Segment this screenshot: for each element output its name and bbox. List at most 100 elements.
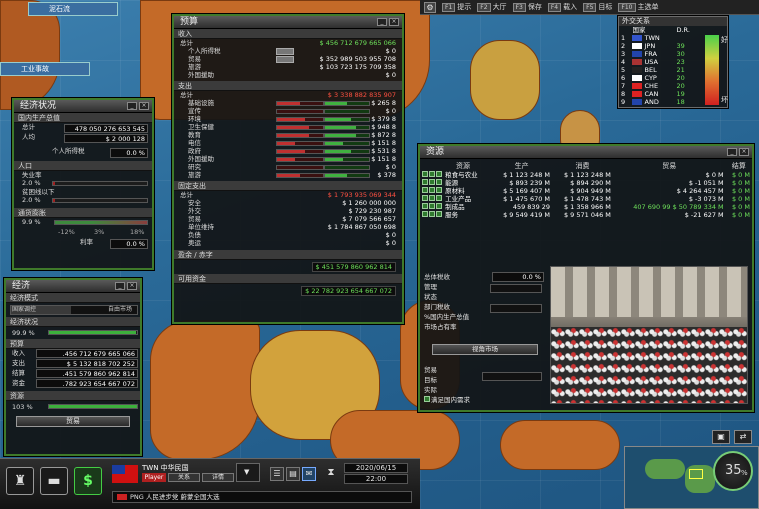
minimap[interactable]: 35% — [624, 446, 759, 509]
relations-button[interactable]: 关系 — [168, 473, 200, 482]
minimize-button[interactable]: _ — [115, 282, 125, 290]
expense-slider[interactable] — [276, 149, 324, 154]
checkbox-icon[interactable] — [429, 179, 435, 185]
minimize-button[interactable]: _ — [127, 102, 137, 110]
expense-slider[interactable] — [276, 101, 324, 106]
view-market-button[interactable]: 视角市场 — [432, 344, 538, 355]
minimap-zoom-dial[interactable]: 35% — [713, 451, 753, 491]
toolbar-hint[interactable]: F1 提示 — [442, 2, 471, 12]
diplomacy-row[interactable]: 8 CAN 19 — [619, 90, 699, 98]
diplomacy-row[interactable]: 5 BEL 21 — [619, 66, 699, 74]
settings-icon[interactable]: ⚙ — [424, 1, 436, 13]
diplomacy-row[interactable]: 7 CHE 20 — [619, 82, 699, 90]
diplomacy-row[interactable]: 6 CYP 20 — [619, 74, 699, 82]
checkbox-icon[interactable] — [422, 171, 428, 177]
checkbox-icon[interactable] — [429, 211, 435, 217]
domestic-demand-checkbox[interactable]: 满足国内需求 — [424, 395, 546, 405]
checkbox-icon[interactable] — [422, 211, 428, 217]
diplomacy-row[interactable]: 3 FRA 30 — [619, 50, 699, 58]
envelope-button[interactable]: ✉ — [302, 467, 316, 481]
close-button[interactable]: × — [127, 282, 137, 290]
country-code: USA — [630, 58, 674, 66]
close-button[interactable]: × — [139, 102, 149, 110]
dropdown-trade[interactable] — [482, 372, 542, 381]
top-toolbar: ⚙ F1 提示 F2 大厅 F3 保存 F4 载入 F5 目标 F10 主选单 — [420, 0, 759, 15]
report-button[interactable]: ▤ — [286, 467, 300, 481]
checkbox-icon[interactable] — [436, 211, 442, 217]
expense-target-bar — [324, 149, 370, 154]
tank-icon: ▬ — [47, 473, 61, 489]
interest-rate-value[interactable]: 0.0 % — [110, 239, 148, 249]
resource-trade: $ -21 627 M — [684, 211, 724, 219]
close-button[interactable]: × — [389, 18, 399, 26]
resource-row[interactable]: 服务 $ 9 549 419 M $ 9 571 046 M $ -21 627 M $… — [420, 211, 752, 219]
resource-row[interactable]: 粮食与农业 $ 1 123 248 M $ 1 123 248 M $ 0 M $ 0 … — [420, 171, 752, 179]
econ-resources-bar — [48, 404, 138, 409]
map-event-tag[interactable]: 工业事故 — [0, 62, 90, 76]
diplomacy-row[interactable]: 9 AND 18 — [619, 98, 699, 106]
expense-slider[interactable] — [276, 141, 324, 146]
mail-button[interactable]: ☰ — [270, 467, 284, 481]
fixed-label: 安全 — [188, 199, 201, 207]
economy-header: 经济 _ × — [6, 280, 140, 293]
income-tax-value[interactable]: 0.0 % — [110, 148, 148, 158]
checkbox-icon[interactable] — [429, 171, 435, 177]
toolbar-main-menu[interactable]: F10 主选单 — [618, 2, 659, 12]
politics-button[interactable]: ♜ — [6, 467, 34, 495]
checkbox-icon[interactable] — [429, 187, 435, 193]
details-button[interactable]: 详情 — [202, 473, 234, 482]
checkbox-icon[interactable] — [429, 203, 435, 209]
checkbox-icon[interactable] — [422, 203, 428, 209]
diplomacy-row[interactable]: 4 USA 23 — [619, 58, 699, 66]
adjust-button[interactable] — [276, 48, 294, 55]
hourglass-icon[interactable]: ⧗ — [324, 467, 338, 481]
dollar-icon: $ — [83, 473, 93, 489]
dropdown-sector-tax[interactable] — [490, 304, 542, 313]
minimize-button[interactable]: _ — [377, 18, 387, 26]
expense-slider[interactable] — [276, 173, 324, 178]
resource-row[interactable]: 能源 $ 893 239 M $ 894 290 M $ -1 051 M $ 0 M — [420, 179, 752, 187]
checkbox-icon[interactable] — [436, 203, 442, 209]
country-dropdown[interactable]: ▼ — [236, 463, 260, 482]
minimap-lock-button[interactable]: ▣ — [712, 430, 730, 444]
toolbar-objectives[interactable]: F5 目标 — [583, 2, 612, 12]
diplomacy-row[interactable]: 1 TWN — [619, 34, 699, 42]
checkbox-icon[interactable] — [429, 195, 435, 201]
close-button[interactable]: × — [739, 148, 749, 156]
expense-slider[interactable] — [276, 133, 324, 138]
checkbox-icon[interactable] — [436, 171, 442, 177]
minimap-toggle-button[interactable]: ⇄ — [734, 430, 752, 444]
toolbar-save[interactable]: F3 保存 — [512, 2, 542, 12]
news-ticker[interactable]: PNG 人民进步党 蔚蒙全国大选 — [112, 491, 412, 503]
resource-production: 459 839 29 — [512, 203, 551, 211]
resource-row[interactable]: 工业产品 $ 1 475 670 M $ 1 478 743 M $ -3 073 M… — [420, 195, 752, 203]
dropdown-mgmt[interactable] — [490, 284, 542, 293]
econ-trade-button[interactable]: 贸易 — [16, 416, 130, 427]
minimap-zoom-unit: % — [741, 469, 748, 477]
checkbox-icon[interactable] — [422, 179, 428, 185]
military-button[interactable]: ▬ — [40, 467, 68, 495]
checkbox-icon[interactable] — [436, 179, 442, 185]
checkbox-icon[interactable] — [422, 195, 428, 201]
income-row: 外国援助 $ 0 — [174, 71, 402, 79]
expense-target-bar — [324, 133, 370, 138]
expense-slider[interactable] — [276, 117, 324, 122]
map-event-tag[interactable]: 泥石流 — [28, 2, 118, 16]
expense-slider[interactable] — [276, 125, 324, 130]
resource-row[interactable]: 制成品 459 839 29 $ 1 358 966 M 407 690 99 $ 5… — [420, 203, 752, 211]
checkbox-icon[interactable] — [436, 195, 442, 201]
adjust-button[interactable] — [276, 56, 294, 63]
econ-balance-label: 结算 — [12, 369, 25, 377]
checkbox-icon[interactable] — [422, 187, 428, 193]
toolbar-lobby[interactable]: F2 大厅 — [477, 2, 507, 12]
checkbox-icon[interactable] — [436, 187, 442, 193]
expense-slider[interactable] — [276, 157, 324, 162]
expense-slider[interactable] — [276, 165, 324, 170]
diplomacy-row[interactable]: 2 JPN 39 — [619, 42, 699, 50]
toolbar-load[interactable]: F4 载入 — [547, 2, 577, 12]
expense-slider[interactable] — [276, 109, 324, 114]
minimize-button[interactable]: _ — [727, 148, 737, 156]
resource-row[interactable]: 原材料 $ 5 169 407 M $ 904 949 M $ 4 264 457 M… — [420, 187, 752, 195]
economy-button[interactable]: $ — [74, 467, 102, 495]
overall-tax-value[interactable]: 0.0 % — [492, 272, 544, 282]
